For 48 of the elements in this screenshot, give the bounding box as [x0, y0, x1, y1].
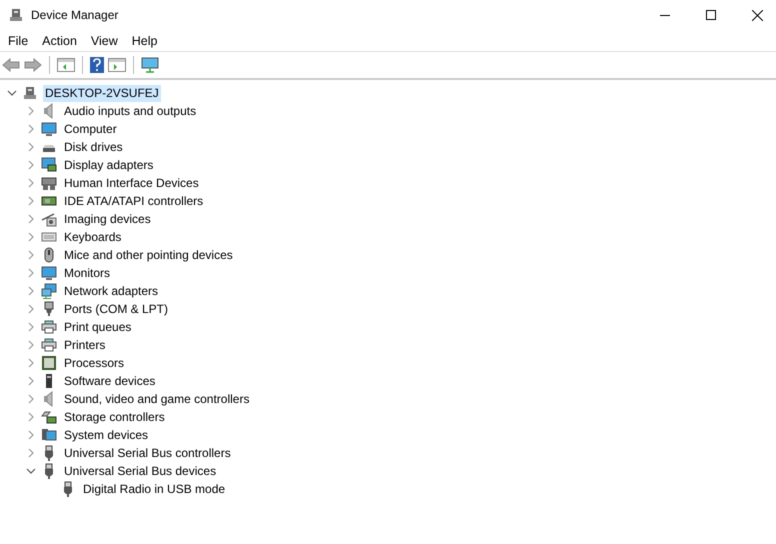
tree-item[interactable]: Print queues	[62, 318, 134, 336]
chip-icon	[41, 355, 57, 371]
tree-item[interactable]: Display adapters	[62, 156, 156, 174]
monitor-icon	[41, 265, 57, 281]
tree-item[interactable]: Imaging devices	[62, 210, 153, 228]
printer-icon	[41, 319, 57, 335]
tree-item[interactable]: Human Interface Devices	[62, 174, 201, 192]
window-title: Device Manager	[31, 8, 118, 22]
tree-item[interactable]: Ports (COM & LPT)	[62, 300, 170, 318]
help-icon[interactable]	[90, 57, 104, 73]
monitor-icon[interactable]	[141, 57, 159, 73]
properties-window-icon[interactable]	[108, 58, 126, 72]
printer-icon	[41, 337, 57, 353]
close-icon[interactable]	[752, 10, 762, 20]
tree-item[interactable]: Computer	[62, 120, 119, 138]
menu-item[interactable]: File	[1, 34, 36, 48]
tree-item[interactable]: Universal Serial Bus devices	[62, 462, 218, 480]
tree-item[interactable]: Monitors	[62, 264, 112, 282]
monitor-card-icon	[41, 157, 57, 173]
tree-item[interactable]: Sound, video and game controllers	[62, 390, 252, 408]
scanner-icon	[41, 211, 57, 227]
storage-icon	[41, 409, 57, 425]
computer-icon	[22, 85, 38, 101]
tree-item[interactable]: Audio inputs and outputs	[62, 102, 198, 120]
tree-item[interactable]: Network adapters	[62, 282, 160, 300]
menu-item[interactable]: Action	[35, 34, 84, 48]
tree-item[interactable]: DESKTOP-2VSUFEJ	[43, 84, 161, 102]
menu-item[interactable]: Help	[124, 34, 164, 48]
tree-item[interactable]: System devices	[62, 426, 150, 444]
tree-item[interactable]: IDE ATA/ATAPI controllers	[62, 192, 206, 210]
tree-item[interactable]: Digital Radio in USB mode	[81, 480, 228, 498]
menu-item[interactable]: View	[84, 34, 125, 48]
tree-item[interactable]: Universal Serial Bus controllers	[62, 444, 233, 462]
app-icon	[8, 7, 24, 23]
monitor-folder-icon	[41, 427, 57, 443]
tree-item[interactable]: Storage controllers	[62, 408, 167, 426]
tree-item[interactable]: Processors	[62, 354, 126, 372]
maximize-icon[interactable]	[706, 10, 716, 20]
monitor-icon	[41, 121, 57, 137]
back-arrow-icon[interactable]	[2, 58, 20, 72]
tree-item[interactable]: Mice and other pointing devices	[62, 246, 235, 264]
network-icon	[41, 283, 57, 299]
forward-arrow-icon[interactable]	[24, 58, 42, 72]
tree-item[interactable]: Software devices	[62, 372, 158, 390]
properties-window-icon[interactable]	[57, 58, 75, 72]
tree-item[interactable]: Keyboards	[62, 228, 124, 246]
tree-item[interactable]: Printers	[62, 336, 108, 354]
tree-item[interactable]: Disk drives	[62, 138, 125, 156]
